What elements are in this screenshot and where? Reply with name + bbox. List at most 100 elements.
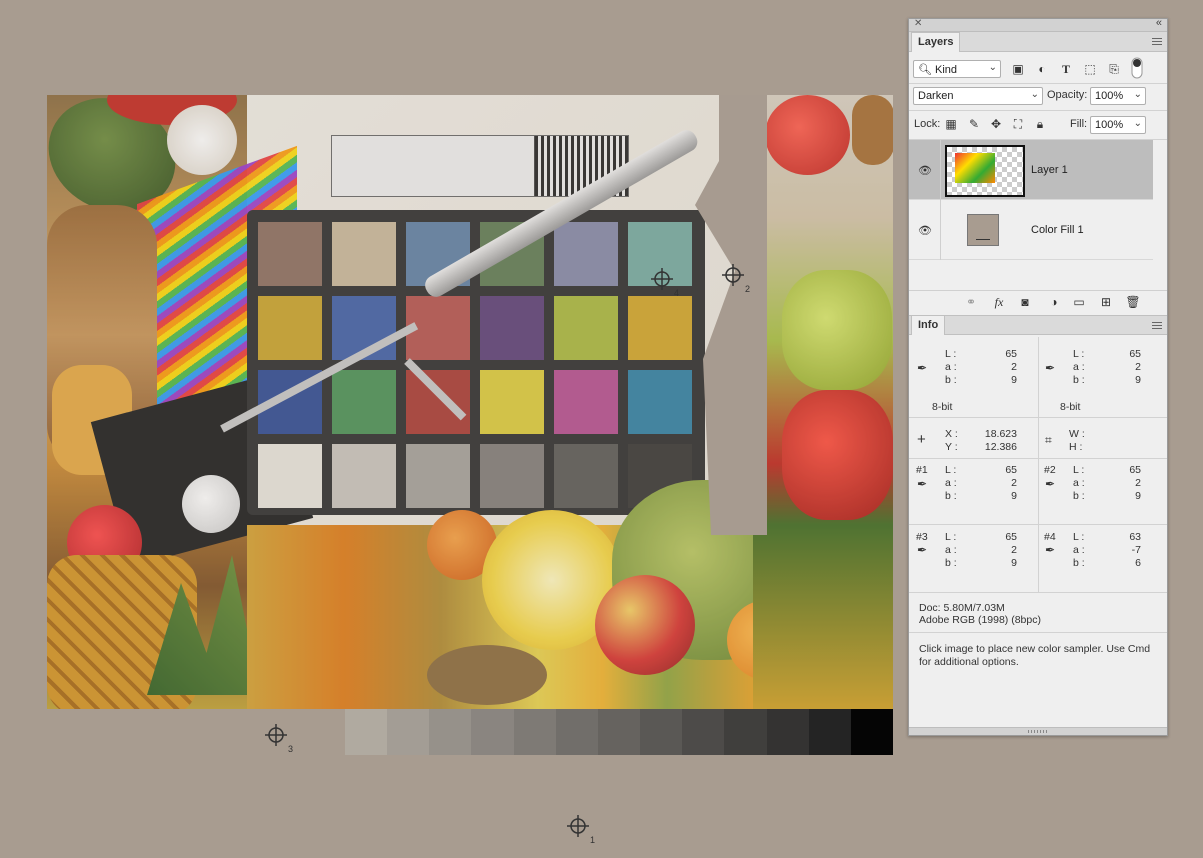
layer-name[interactable]: Layer 1 xyxy=(1031,164,1068,176)
info-size: W : H : xyxy=(1069,428,1085,453)
sampler-id: #4 xyxy=(1044,531,1056,543)
gray-step xyxy=(471,709,514,755)
gray-step xyxy=(345,709,388,755)
fill-layer-thumbnail xyxy=(967,214,999,246)
lock-row: Lock: ▦ ✎ ✥ ⛶ 🔒︎ Fill: 100% ⌄ xyxy=(909,111,1167,139)
doc-size-info: Doc: 5.80M/7.03M Adobe RGB (1998) (8bpc) xyxy=(919,602,1159,626)
info-L-value: 65 xyxy=(1005,348,1017,360)
panel-menu-icon[interactable] xyxy=(1152,38,1162,45)
layer-thumbnail xyxy=(945,145,1025,197)
type-filter-icon[interactable]: T xyxy=(1058,61,1074,77)
visibility-eye-icon[interactable]: 👁︎ xyxy=(918,164,932,177)
tab-info[interactable]: Info xyxy=(911,315,946,335)
layer-name[interactable]: Color Fill 1 xyxy=(1031,224,1084,236)
sampler-2-readout: L : a : b : 65 2 9 xyxy=(1073,464,1141,502)
lock-all-icon[interactable]: 🔒︎ xyxy=(1032,116,1048,132)
lock-paint-icon[interactable]: ✎ xyxy=(966,116,982,132)
layer-thumbnail-image xyxy=(955,153,995,183)
opacity-input[interactable]: 100% ⌄ xyxy=(1090,87,1146,105)
opacity-value: 100% xyxy=(1095,90,1124,102)
close-icon[interactable]: ✕ xyxy=(914,18,922,29)
lock-artboard-icon[interactable]: ⛶ xyxy=(1010,116,1026,132)
gray-ramp xyxy=(345,709,894,755)
divider xyxy=(909,592,1167,593)
eyedropper-icon[interactable]: ✒︎ xyxy=(1045,361,1055,375)
gray-step xyxy=(724,709,767,755)
adjustment-icon[interactable]: ◑ xyxy=(1046,294,1062,310)
tab-layers[interactable]: Layers xyxy=(911,32,961,52)
sampler-crosshair-icon xyxy=(265,724,287,746)
info-position: X : Y : 18.623 12.386 xyxy=(945,428,1017,453)
info-b-value: 9 xyxy=(1011,374,1017,386)
eyedropper-icon[interactable]: ✒︎ xyxy=(1045,477,1055,491)
chevron-down-icon: ⌄ xyxy=(1133,118,1142,129)
layer-row-color-fill-1[interactable]: 👁︎ Color Fill 1 xyxy=(909,200,1153,260)
document-canvas[interactable] xyxy=(47,95,893,709)
eyedropper-icon[interactable]: ✒︎ xyxy=(917,361,927,375)
divider xyxy=(909,524,1167,525)
chevron-down-icon: ⌄ xyxy=(1030,89,1039,100)
lock-label: Lock: xyxy=(914,118,941,130)
visibility-eye-icon[interactable]: 👁︎ xyxy=(918,224,932,237)
sampler-id: #3 xyxy=(916,531,928,543)
layers-info-panel: ✕ « Layers 🔍︎ Kind ⌄ ▣ ◐ T ⬚ ⎘ Darken ⌄ … xyxy=(908,17,1168,736)
sampler-id: #2 xyxy=(1044,464,1056,476)
collapse-icon[interactable]: « xyxy=(1156,17,1162,29)
trash-icon[interactable]: 🗑︎ xyxy=(1125,294,1141,310)
layers-tab-row: Layers xyxy=(909,32,1167,52)
info-x-value: 18.623 xyxy=(984,428,1017,440)
filter-toggle-icon[interactable] xyxy=(1129,57,1145,79)
bitdepth-label: 8-bit xyxy=(932,401,953,413)
doc-size-line: Doc: 5.80M/7.03M xyxy=(919,602,1005,614)
fill-input[interactable]: 100% ⌄ xyxy=(1090,116,1146,134)
color-sampler-1[interactable]: 1 xyxy=(565,813,595,845)
lock-position-icon[interactable]: ✥ xyxy=(988,116,1004,132)
chevron-down-icon: ⌄ xyxy=(1133,89,1142,100)
search-icon: 🔍︎ xyxy=(918,64,932,76)
info-y-value: 12.386 xyxy=(984,441,1017,453)
fill-label: Fill: xyxy=(1070,118,1088,130)
sampler-crosshair-icon xyxy=(651,268,673,290)
resize-grip-icon[interactable] xyxy=(1028,730,1048,733)
fill-value: 100% xyxy=(1095,119,1124,131)
mask-icon[interactable]: ◙ xyxy=(1017,294,1033,310)
gray-step xyxy=(766,709,809,755)
color-sampler-2[interactable]: 2 xyxy=(720,262,750,294)
layers-footer: ⚭ fx ◙ ◑ ▭ ⊞ 🗑︎ xyxy=(909,290,1167,314)
divider xyxy=(940,140,941,200)
link-icon[interactable]: ⚭ xyxy=(963,294,979,310)
folder-icon[interactable]: ▭ xyxy=(1071,294,1087,310)
info-hint: Click image to place new color sampler. … xyxy=(919,643,1151,668)
eyedropper-icon[interactable]: ✒︎ xyxy=(917,477,927,491)
adjustment-filter-icon[interactable]: ◐ xyxy=(1034,61,1050,77)
panel-menu-icon[interactable] xyxy=(1152,322,1162,329)
divider xyxy=(1038,418,1039,458)
filter-kind-select[interactable]: 🔍︎ Kind ⌄ xyxy=(913,60,1001,78)
sampler-number: 3 xyxy=(287,744,293,754)
smart-object-filter-icon[interactable]: ⎘ xyxy=(1106,61,1122,77)
layer-filter-row: 🔍︎ Kind ⌄ ▣ ◐ T ⬚ ⎘ xyxy=(909,55,1167,83)
divider xyxy=(909,632,1167,633)
panel-resize-bar[interactable] xyxy=(909,727,1167,735)
color-sampler-4[interactable]: 4 xyxy=(649,266,679,298)
shape-filter-icon[interactable]: ⬚ xyxy=(1082,61,1098,77)
image-filter-icon[interactable]: ▣ xyxy=(1010,61,1026,77)
new-layer-icon[interactable]: ⊞ xyxy=(1098,294,1114,310)
opacity-label: Opacity: xyxy=(1047,89,1088,101)
sampler-id: #1 xyxy=(916,464,928,476)
lock-transparency-icon[interactable]: ▦ xyxy=(943,116,959,132)
sampler-1-readout: L : a : b : 65 2 9 xyxy=(945,464,1017,502)
info-b-value: 9 xyxy=(1135,374,1141,386)
blend-mode-value: Darken xyxy=(918,90,954,102)
gray-step xyxy=(387,709,430,755)
gray-step xyxy=(429,709,472,755)
blend-mode-select[interactable]: Darken ⌄ xyxy=(913,87,1043,105)
selection-size-icon: ⌗ xyxy=(1045,433,1052,447)
fx-icon[interactable]: fx xyxy=(991,294,1007,310)
panel-titlebar: ✕ « xyxy=(909,17,1167,32)
color-sampler-3[interactable]: 3 xyxy=(263,722,293,754)
layer-row-layer-1[interactable]: 👁︎ Layer 1 xyxy=(909,140,1153,200)
eyedropper-icon[interactable]: ✒︎ xyxy=(917,543,927,557)
eyedropper-icon[interactable]: ✒︎ xyxy=(1045,543,1055,557)
gray-step xyxy=(682,709,725,755)
